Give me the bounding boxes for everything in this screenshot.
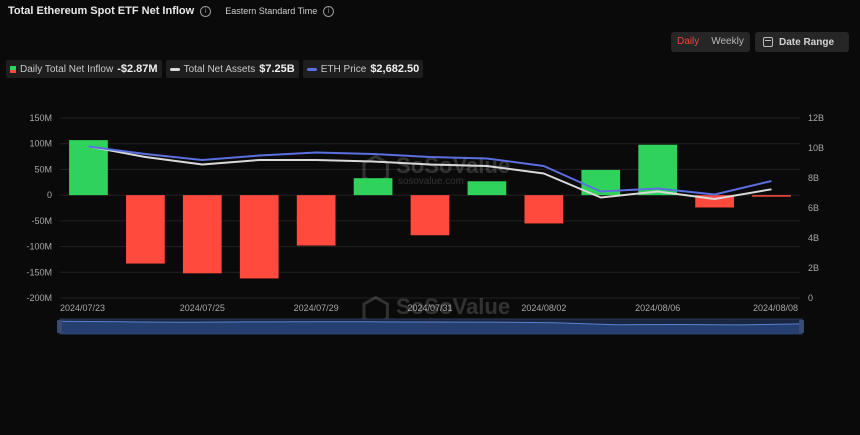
x-tick-label: 2024/07/29	[294, 303, 339, 313]
watermark-url: sosovalue.com	[398, 176, 464, 187]
net-inflow-bar	[524, 195, 564, 224]
etf-flow-chart: SoSoValuesosovalue.comSoSoValuesosovalue…	[26, 113, 824, 335]
y-left-tick-label: 0	[47, 190, 52, 200]
net-inflow-bar	[239, 195, 279, 279]
net-inflow-bar	[410, 195, 450, 236]
x-tick-label: 2024/08/08	[753, 303, 798, 313]
y-right-tick-label: 12B	[808, 113, 824, 123]
y-left-tick-label: -100M	[26, 242, 52, 252]
net-inflow-bar	[126, 195, 165, 264]
x-tick-label: 2024/07/23	[60, 303, 105, 313]
y-right-tick-label: 0	[808, 293, 813, 303]
y-left-tick-label: 100M	[29, 139, 52, 149]
y-right-tick-label: 4B	[808, 233, 819, 243]
navigator-right-handle[interactable]	[799, 320, 804, 333]
x-tick-label: 2024/08/02	[521, 303, 566, 313]
x-tick-label: 2024/07/25	[180, 303, 225, 313]
y-left-tick-label: 50M	[34, 164, 52, 174]
net-inflow-bar	[467, 181, 507, 196]
y-right-tick-label: 10B	[808, 143, 824, 153]
y-left-tick-label: 150M	[29, 113, 52, 123]
y-left-tick-label: -50M	[31, 216, 52, 226]
y-right-tick-label: 2B	[808, 263, 819, 273]
net-inflow-bar	[296, 195, 336, 246]
y-left-tick-label: -200M	[26, 293, 52, 303]
y-right-tick-label: 8B	[808, 173, 819, 183]
y-right-tick-label: 6B	[808, 203, 819, 213]
net-inflow-bar	[353, 178, 393, 196]
navigator-left-handle[interactable]	[57, 320, 62, 333]
x-tick-label: 2024/08/06	[635, 303, 680, 313]
x-tick-label: 2024/07/31	[407, 303, 452, 313]
net-inflow-bar	[752, 195, 791, 197]
y-left-tick-label: -150M	[26, 267, 52, 277]
net-inflow-bar	[182, 195, 222, 274]
